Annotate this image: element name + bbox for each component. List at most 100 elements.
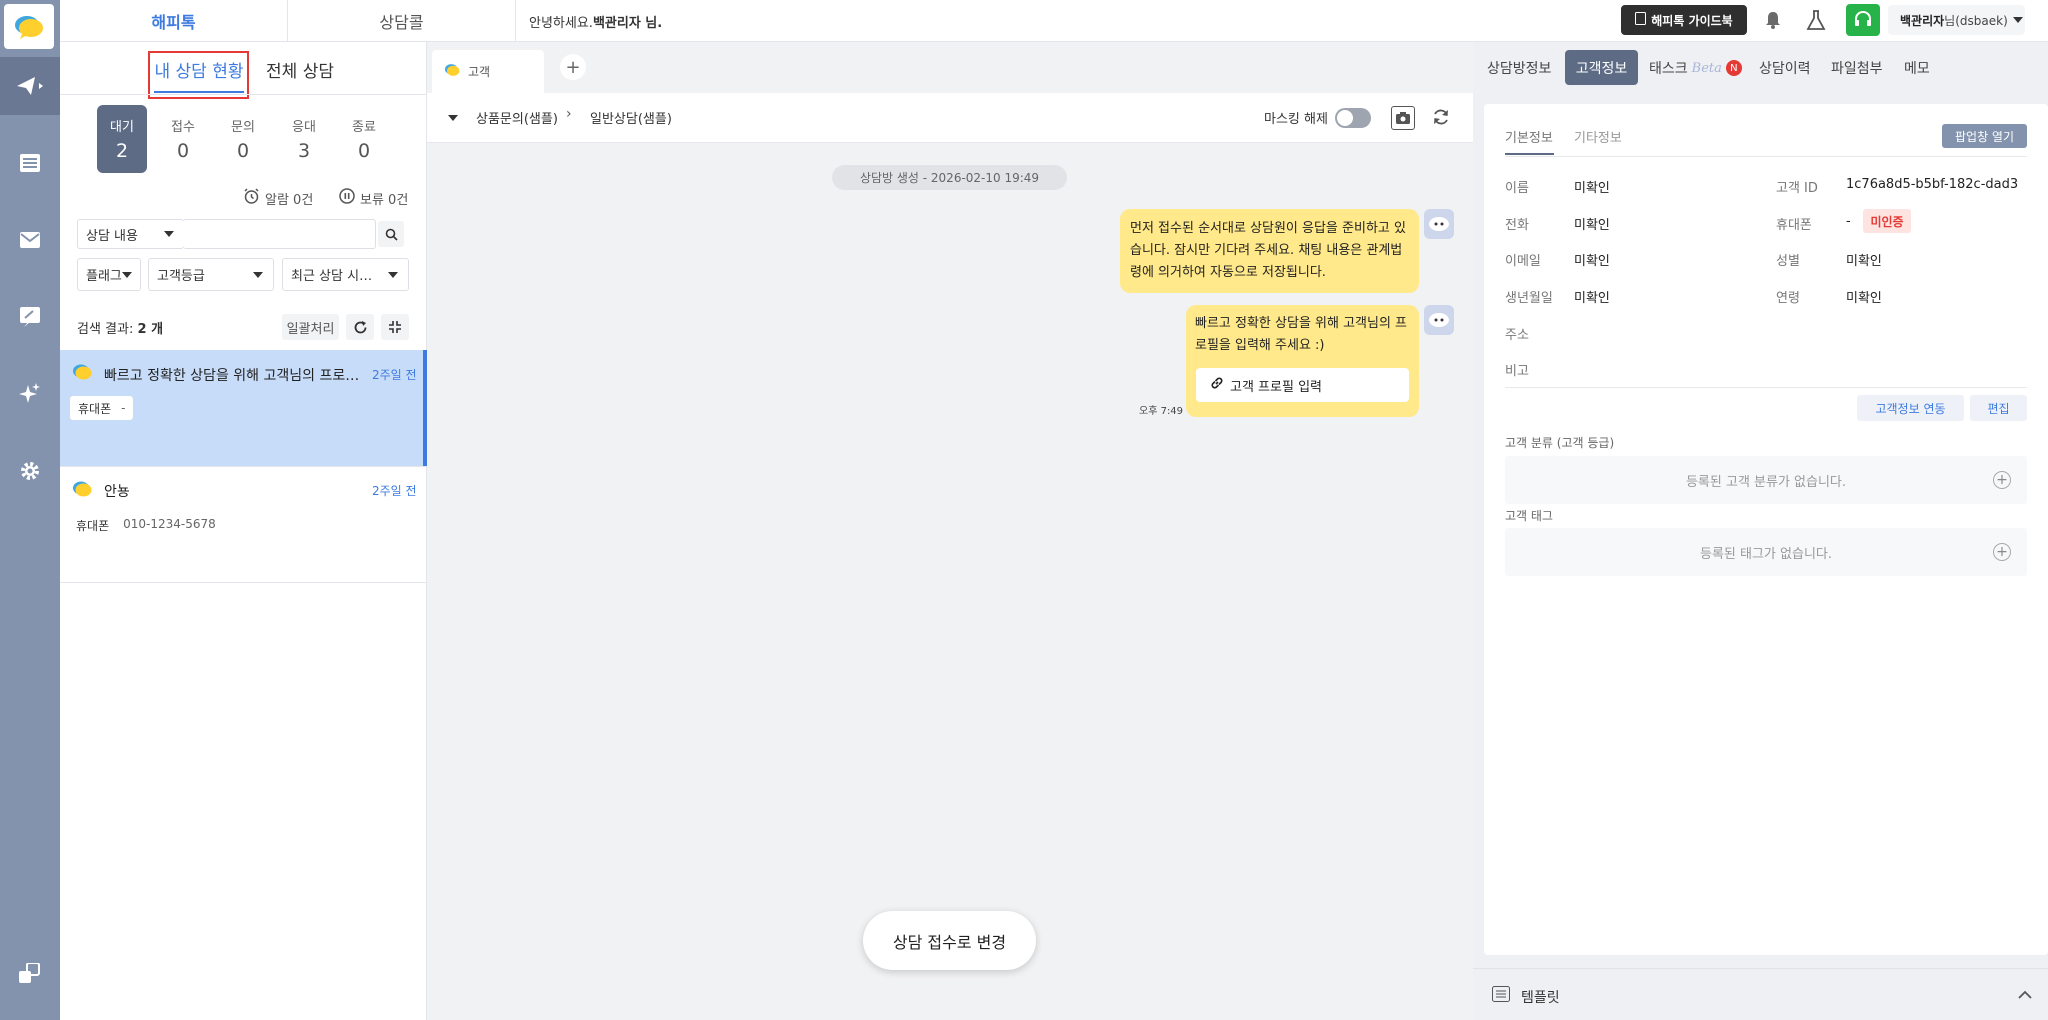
board-icon[interactable] <box>0 297 60 337</box>
bot-avatar-icon <box>1424 305 1454 335</box>
tab-room-info[interactable]: 상담방정보 <box>1487 58 1551 78</box>
screenshot-icon[interactable] <box>1391 106 1415 130</box>
tag-empty: 등록된 태그가 없습니다. <box>1505 528 2027 576</box>
tab-attachments[interactable]: 파일첨부 <box>1831 58 1883 78</box>
flask-icon[interactable] <box>1806 9 1826 35</box>
chat-tab[interactable]: 고객 <box>432 50 544 93</box>
tab-task[interactable]: 태스크 Beta N <box>1649 58 1742 78</box>
template-icon <box>1492 986 1510 1006</box>
field-value: 미확인 <box>1846 291 1882 306</box>
chevron-down-icon <box>122 271 132 278</box>
status-count: 0 <box>357 140 371 162</box>
status-label: 대기 <box>110 120 134 135</box>
item-title: 빠르고 정확한 상담을 위해 고객님의 프로… <box>104 368 360 384</box>
edit-button[interactable]: 편집 <box>1970 395 2027 421</box>
chevron-down-icon <box>388 271 398 278</box>
subtab-basic[interactable]: 기본정보 <box>1505 127 1553 146</box>
divider <box>1505 387 2027 388</box>
field-value: 미확인 <box>1574 218 1610 233</box>
tab-all-counsel[interactable]: 전체 상담 <box>260 57 340 82</box>
guidebook-button[interactable]: 해피톡 가이드북 <box>1621 5 1747 35</box>
flag-select[interactable]: 플래그 <box>77 258 141 291</box>
field-label: 전화 <box>1505 218 1529 233</box>
alarm-filter[interactable]: 알람 0건 <box>243 188 313 209</box>
field-label: 이메일 <box>1505 254 1541 269</box>
refresh-icon[interactable] <box>346 314 374 340</box>
add-class-icon[interactable]: + <box>1993 471 2011 489</box>
status-count: 0 <box>236 140 250 162</box>
link-customer-button[interactable]: 고객정보 연동 <box>1857 395 1964 421</box>
bell-icon[interactable] <box>1762 9 1784 35</box>
unverified-badge: 미인증 <box>1863 209 1911 233</box>
sparkle-icon[interactable] <box>0 374 60 414</box>
send-icon[interactable] <box>0 66 60 106</box>
bot-avatar-icon <box>1424 209 1454 239</box>
field-label: 휴대폰 <box>1776 218 1812 233</box>
divider <box>60 582 427 583</box>
chevron-down-icon <box>253 271 263 278</box>
item-time: 2주일 전 <box>372 484 417 498</box>
settings-icon[interactable] <box>0 451 60 491</box>
tab-happytalk[interactable]: 해피톡 <box>60 0 288 42</box>
profile-input-button[interactable]: 고객 프로필 입력 <box>1196 368 1409 402</box>
tab-history[interactable]: 상담이력 <box>1759 58 1811 78</box>
status-label: 문의 <box>231 120 255 135</box>
add-tab-icon[interactable]: + <box>560 54 586 80</box>
refresh-icon[interactable] <box>1431 107 1451 131</box>
tab-customer-info[interactable]: 고객정보 <box>1565 50 1638 85</box>
tab-memo[interactable]: 메모 <box>1904 58 1930 78</box>
sort-select[interactable]: 최근 상담 시… <box>282 258 409 291</box>
chevron-right-icon: › <box>566 106 572 122</box>
user-menu[interactable]: 백관리자 님(dsbaek) <box>1888 5 2025 35</box>
field-value: 미확인 <box>1574 181 1610 196</box>
field-value: - <box>1846 214 1851 229</box>
status-label: 종료 <box>352 120 376 135</box>
windows-icon[interactable] <box>0 953 60 993</box>
mask-toggle[interactable] <box>1335 108 1371 128</box>
tag-title: 고객 태그 <box>1505 509 1553 523</box>
hold-filter[interactable]: 보류 0건 <box>339 188 408 208</box>
bulk-button[interactable]: 일괄처리 <box>282 314 339 340</box>
message-time: 오후 7:49 <box>1139 406 1184 417</box>
status-label: 응대 <box>292 120 316 135</box>
headset-icon[interactable] <box>1846 4 1880 36</box>
collapse-icon[interactable] <box>381 314 409 340</box>
happytalk-icon <box>72 480 92 502</box>
app-logo[interactable] <box>4 4 54 49</box>
list-icon[interactable] <box>0 143 60 183</box>
subtab-other[interactable]: 기타정보 <box>1574 127 1622 146</box>
divider <box>60 94 427 95</box>
chevron-up-icon[interactable] <box>2018 988 2032 1004</box>
tab-counsel-call[interactable]: 상담콜 <box>288 0 516 42</box>
chevron-down-icon <box>2013 17 2023 23</box>
field-label: 생년월일 <box>1505 291 1553 306</box>
search-result: 검색 결과: 2 개 <box>77 322 164 337</box>
tab-underline <box>154 91 244 93</box>
tab-my-counsel[interactable]: 내 상담 현황 <box>152 57 246 89</box>
search-input[interactable] <box>183 219 376 249</box>
grade-select[interactable]: 고객등급 <box>148 258 274 291</box>
message-bubble: 먼저 접수된 순서대로 상담원이 응답을 준비하고 있습니다. 잠시만 기다려 … <box>1120 209 1419 293</box>
breadcrumb-subcategory[interactable]: 일반상담(샘플) <box>590 108 672 127</box>
breadcrumb-category[interactable]: 상품문의(샘플) <box>476 108 558 127</box>
happytalk-icon <box>444 63 460 80</box>
mask-label: 마스킹 해제 <box>1264 112 1328 127</box>
chevron-down-icon[interactable] <box>448 115 458 121</box>
search-type-select[interactable]: 상담 내용 <box>77 219 184 249</box>
add-tag-icon[interactable]: + <box>1993 543 2011 561</box>
field-label: 성별 <box>1776 254 1800 269</box>
new-badge: N <box>1725 60 1742 76</box>
mail-icon[interactable] <box>0 220 60 260</box>
book-icon <box>1635 12 1647 28</box>
accept-counsel-button[interactable]: 상담 접수로 변경 <box>863 911 1036 970</box>
template-label: 템플릿 <box>1521 990 1560 1006</box>
search-icon[interactable] <box>378 221 404 247</box>
field-value: 미확인 <box>1574 254 1610 269</box>
status-count: 0 <box>176 140 190 162</box>
status-label: 접수 <box>171 120 195 135</box>
field-label: 비고 <box>1505 364 1529 379</box>
message-text: 빠르고 정확한 상담을 위해 고객님의 프로필을 입력해 주세요 :) <box>1195 316 1408 353</box>
popup-open-button[interactable]: 팝업창 열기 <box>1942 124 2027 148</box>
field-label: 이름 <box>1505 181 1529 196</box>
customer-id: 1c76a8d5-b5bf-182c-dad3-4… <box>1846 177 2018 192</box>
